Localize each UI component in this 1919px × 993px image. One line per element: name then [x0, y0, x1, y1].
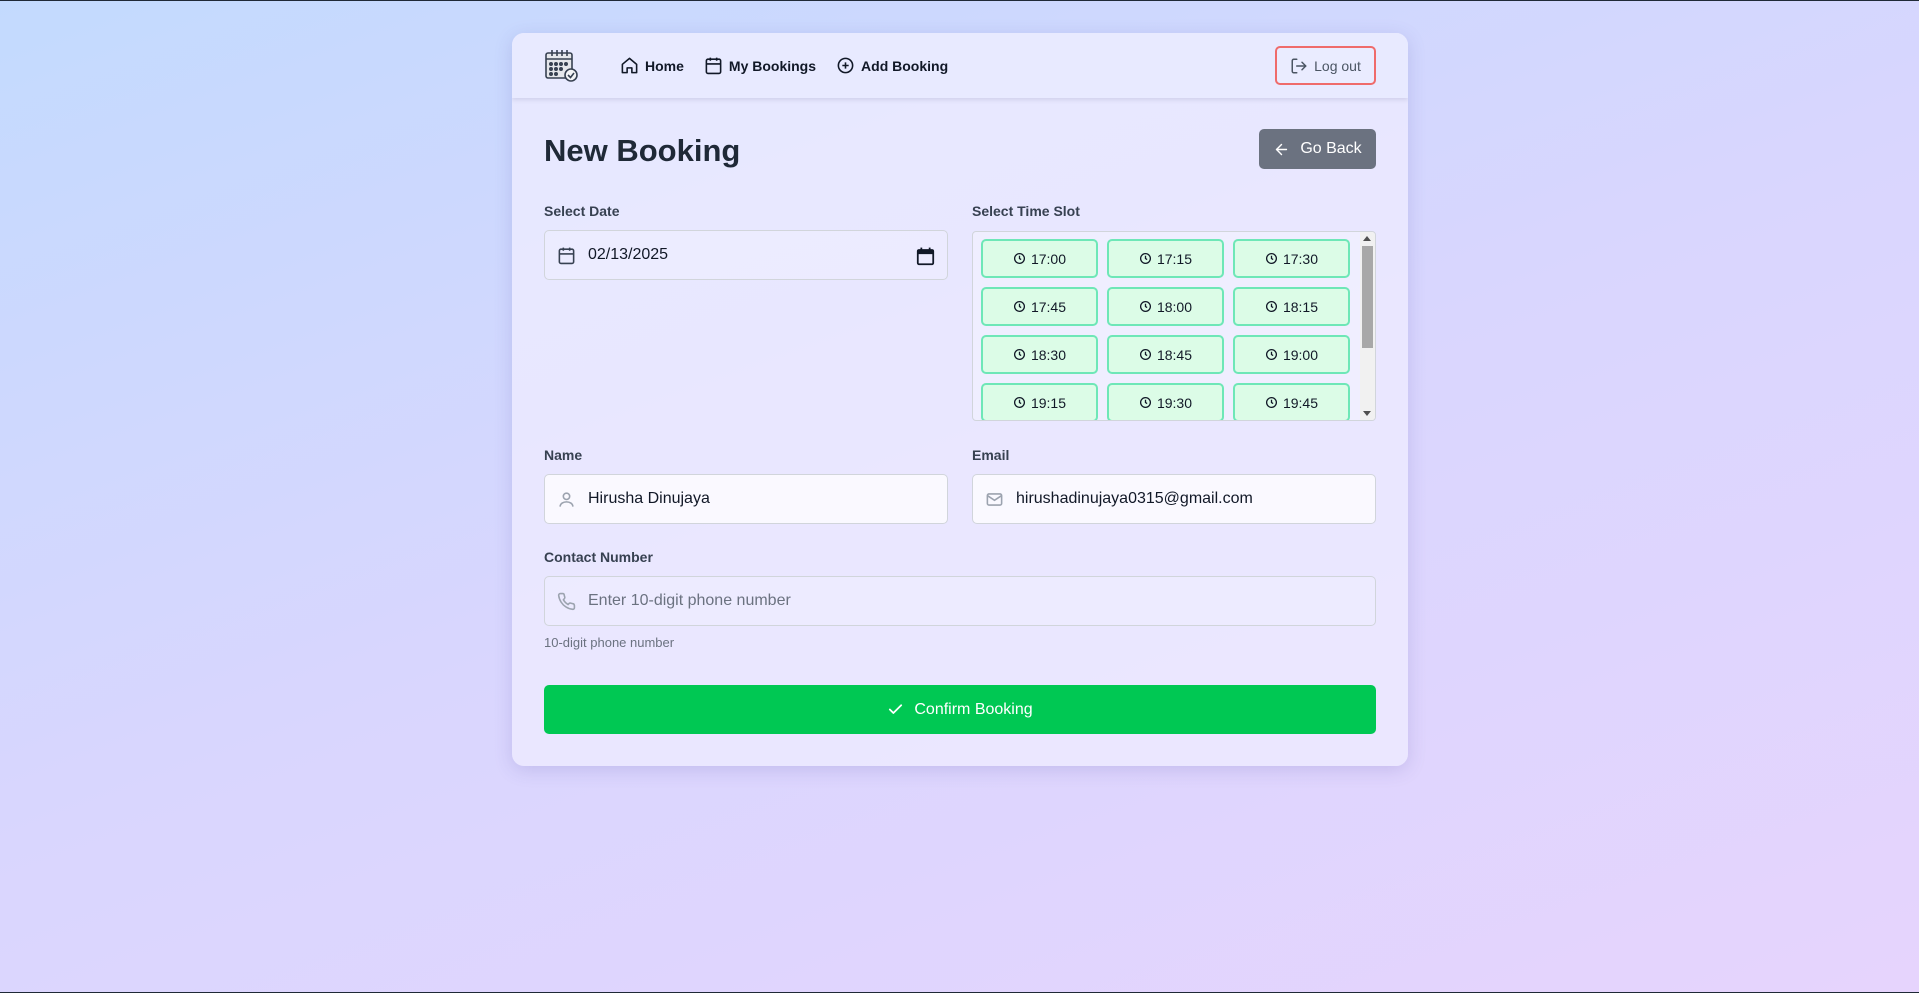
- timeslot-button[interactable]: 17:15: [1107, 239, 1224, 278]
- nav-home[interactable]: Home: [620, 56, 684, 75]
- navbar: Home My Bookings Add Booking Log out: [512, 33, 1408, 98]
- scroll-up-arrow[interactable]: [1363, 236, 1371, 241]
- contact-hint: 10-digit phone number: [544, 635, 675, 650]
- arrow-left-icon: [1276, 143, 1288, 155]
- phone-icon: [557, 592, 576, 610]
- timeslot-button[interactable]: 17:45: [981, 287, 1098, 326]
- date-field[interactable]: 02/13/2025: [544, 230, 948, 280]
- clock-icon: [1013, 300, 1025, 313]
- timeslot-button[interactable]: 18:30: [981, 335, 1098, 374]
- clock-icon: [1139, 300, 1151, 313]
- clock-icon: [1265, 252, 1277, 265]
- calendar-check-icon[interactable]: [544, 48, 580, 84]
- timeslot-button[interactable]: 17:30: [1233, 239, 1350, 278]
- timeslot-label: 19:45: [1282, 394, 1319, 411]
- name-label: Name: [544, 447, 583, 463]
- timeslot-label: 17:15: [1156, 250, 1193, 267]
- calendar-icon: [705, 57, 722, 75]
- timeslot-button[interactable]: 18:45: [1107, 335, 1224, 374]
- timeslot-label: 18:30: [1030, 346, 1067, 363]
- contact-placeholder: Enter 10-digit phone number: [588, 592, 791, 609]
- name-field[interactable]: Hirusha Dinujaya: [544, 474, 948, 524]
- confirm-label: Confirm Booking: [914, 700, 1033, 718]
- clock-icon: [1139, 348, 1151, 361]
- timeslot-button[interactable]: 18:00: [1107, 287, 1224, 326]
- booking-card: Home My Bookings Add Booking Log out New…: [512, 33, 1408, 766]
- plus-circle-icon: [837, 57, 854, 74]
- scroll-thumb[interactable]: [1362, 246, 1373, 348]
- clock-icon: [1265, 300, 1277, 313]
- contact-field[interactable]: Enter 10-digit phone number: [544, 576, 1376, 626]
- email-field[interactable]: hirushadinujaya0315@gmail.com: [972, 474, 1376, 524]
- nav-my-bookings-label: My Bookings: [728, 57, 817, 74]
- nav-add-booking-label: Add Booking: [861, 57, 949, 74]
- home-icon: [621, 57, 638, 74]
- logout-button[interactable]: Log out: [1275, 46, 1376, 85]
- timeslot-button[interactable]: 19:30: [1107, 383, 1224, 420]
- email-value: hirushadinujaya0315@gmail.com: [1016, 490, 1253, 507]
- timeslot-button[interactable]: 19:45: [1233, 383, 1350, 420]
- timeslot-button[interactable]: 19:15: [981, 383, 1098, 420]
- timeslot-label: 18:45: [1156, 346, 1193, 363]
- logout-label: Log out: [1314, 57, 1361, 74]
- timeslot-label: 18:00: [1156, 298, 1193, 315]
- timeslot-label: 17:45: [1030, 298, 1067, 315]
- date-label: Select Date: [544, 203, 620, 219]
- name-value: Hirusha Dinujaya: [588, 490, 710, 507]
- clock-icon: [1265, 396, 1277, 409]
- calendar-picker-icon[interactable]: [916, 247, 935, 266]
- date-value: 02/13/2025: [588, 246, 669, 263]
- timeslot-list: 17:00 17:15 17:30 17:45 18:00 18:15 18:30 18:45…: [972, 231, 1376, 421]
- clock-icon: [1013, 396, 1025, 409]
- nav-home-label: Home: [645, 57, 684, 74]
- timeslot-label: Select Time Slot: [972, 203, 1080, 219]
- clock-icon: [1139, 396, 1151, 409]
- timeslot-label: 19:00: [1282, 346, 1319, 363]
- nav-my-bookings[interactable]: My Bookings: [704, 56, 816, 75]
- timeslot-button[interactable]: 18:15: [1233, 287, 1350, 326]
- timeslot-button[interactable]: 17:00: [981, 239, 1098, 278]
- email-label: Email: [972, 447, 1010, 463]
- check-icon: [889, 704, 903, 714]
- timeslot-button[interactable]: 19:00: [1233, 335, 1350, 374]
- nav-add-booking[interactable]: Add Booking: [836, 56, 948, 75]
- clock-icon: [1013, 252, 1025, 265]
- timeslot-grid: 17:00 17:15 17:30 17:45 18:00 18:15 18:30 18:45…: [981, 239, 1350, 420]
- timeslot-scrollbar[interactable]: [1360, 232, 1375, 420]
- page-title: New Booking: [544, 133, 741, 168]
- mail-icon: [986, 492, 1003, 506]
- log-out-icon: [1291, 58, 1307, 73]
- scroll-down-arrow[interactable]: [1363, 411, 1371, 416]
- confirm-booking-button[interactable]: Confirm Booking: [544, 685, 1376, 734]
- timeslot-label: 17:30: [1282, 250, 1319, 267]
- timeslot-label: 19:30: [1156, 394, 1193, 411]
- timeslot-label: 17:00: [1030, 250, 1067, 267]
- timeslot-label: 19:15: [1030, 394, 1067, 411]
- timeslot-label: 18:15: [1282, 298, 1319, 315]
- contact-label: Contact Number: [544, 549, 653, 565]
- clock-icon: [1013, 348, 1025, 361]
- calendar-icon: [558, 247, 575, 264]
- user-icon: [559, 491, 574, 507]
- go-back-button[interactable]: Go Back: [1259, 129, 1376, 169]
- clock-icon: [1139, 252, 1151, 265]
- go-back-label: Go Back: [1300, 140, 1362, 157]
- clock-icon: [1265, 348, 1277, 361]
